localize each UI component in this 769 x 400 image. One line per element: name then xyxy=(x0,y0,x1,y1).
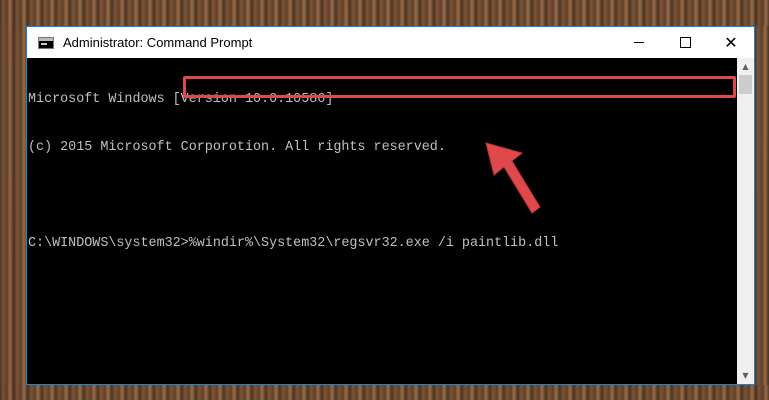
vertical-scrollbar[interactable]: ▲ ▼ xyxy=(737,58,754,384)
scroll-down-button[interactable]: ▼ xyxy=(737,367,754,384)
background-forest-top xyxy=(0,0,769,26)
minimize-button[interactable] xyxy=(616,27,662,58)
console-line-command: C:\WINDOWS\system32>%windir%\System32\re… xyxy=(28,236,559,251)
maximize-button[interactable] xyxy=(662,27,708,58)
window-title: Administrator: Command Prompt xyxy=(63,35,253,50)
command-prompt-icon xyxy=(38,36,54,49)
scroll-down-icon: ▼ xyxy=(742,371,749,380)
scroll-thumb[interactable] xyxy=(739,75,752,94)
background-tree-right xyxy=(755,0,769,400)
console-line-copyright: (c) 2015 Microsoft Corporotion. All righ… xyxy=(28,140,446,155)
minimize-icon xyxy=(634,42,644,43)
scroll-up-icon: ▲ xyxy=(742,62,749,71)
background-forest-bottom xyxy=(0,385,769,400)
scroll-up-button[interactable]: ▲ xyxy=(737,58,754,75)
arrow-pointer-icon xyxy=(485,142,541,214)
console-output[interactable]: Microsoft Windows [Version 10.0.10586] (… xyxy=(27,58,737,384)
title-bar[interactable]: Administrator: Command Prompt ✕ xyxy=(27,27,754,58)
command-highlight-box xyxy=(183,76,736,98)
maximize-icon xyxy=(679,37,691,48)
window-controls: ✕ xyxy=(616,27,754,58)
close-button[interactable]: ✕ xyxy=(708,27,754,58)
background-tree-left xyxy=(0,0,26,400)
command-prompt-window[interactable]: Administrator: Command Prompt ✕ Microsof… xyxy=(26,26,755,385)
close-icon: ✕ xyxy=(724,32,738,52)
